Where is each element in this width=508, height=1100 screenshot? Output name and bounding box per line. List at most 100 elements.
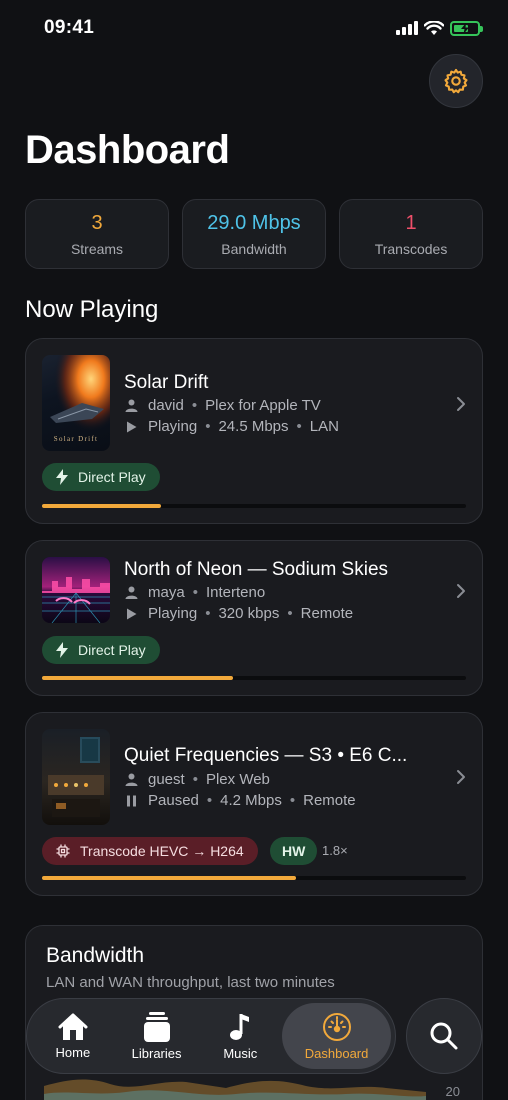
progress-fill bbox=[42, 876, 297, 880]
session-card[interactable]: Solar Drift Solar Drift david • Plex for… bbox=[25, 338, 483, 524]
stat-streams[interactable]: 3 Streams bbox=[25, 199, 169, 269]
tab-music[interactable]: Music bbox=[198, 1003, 282, 1069]
separator-dot: • bbox=[205, 605, 211, 622]
session-location: LAN bbox=[309, 418, 339, 435]
album-art bbox=[42, 557, 110, 623]
badge-label: Direct Play bbox=[78, 469, 146, 485]
separator-dot: • bbox=[205, 418, 211, 435]
stat-label: Streams bbox=[70, 240, 124, 257]
progress-fill bbox=[42, 504, 161, 508]
separator-dot: • bbox=[287, 605, 293, 622]
settings-button[interactable] bbox=[429, 54, 483, 108]
stat-transcodes[interactable]: 1 Transcodes bbox=[339, 199, 483, 269]
gauge-icon bbox=[322, 1012, 351, 1041]
stat-value: 29.0 Mbps bbox=[207, 211, 301, 234]
chevron-right-icon bbox=[457, 397, 465, 411]
progress-bar bbox=[42, 876, 466, 880]
session-title: Solar Drift bbox=[124, 372, 209, 393]
stat-bandwidth[interactable]: 29.0 Mbps Bandwidth bbox=[182, 199, 326, 269]
status-icons bbox=[396, 20, 483, 36]
music-note-icon bbox=[230, 1013, 250, 1040]
user-icon bbox=[124, 586, 138, 599]
user-icon bbox=[124, 773, 138, 786]
session-state-row: Playing • 24.5 Mbps • LAN bbox=[124, 418, 339, 435]
tab-home[interactable]: Home bbox=[31, 1003, 115, 1069]
session-state: Paused bbox=[148, 792, 199, 809]
libraries-icon bbox=[143, 1011, 170, 1042]
session-state-row: Paused • 4.2 Mbps • Remote bbox=[124, 792, 356, 809]
session-user: guest bbox=[148, 771, 185, 788]
separator-dot: • bbox=[192, 771, 198, 788]
progress-bar bbox=[42, 504, 466, 508]
search-button[interactable] bbox=[406, 998, 482, 1074]
session-state: Playing bbox=[148, 418, 198, 435]
tab-bar: Home Libraries Music Dashboard bbox=[26, 998, 396, 1074]
poster-thumbnail: Solar Drift bbox=[42, 355, 110, 451]
gear-icon bbox=[444, 68, 468, 94]
session-location: Remote bbox=[300, 605, 354, 622]
separator-dot: • bbox=[206, 792, 213, 809]
play-icon bbox=[124, 608, 138, 620]
now-playing-heading: Now Playing bbox=[25, 296, 159, 323]
user-icon bbox=[124, 399, 138, 412]
tab-dashboard[interactable]: Dashboard bbox=[282, 1003, 391, 1069]
tab-label: Dashboard bbox=[304, 1045, 369, 1061]
status-time: 09:41 bbox=[44, 17, 95, 38]
status-bar: 09:41 bbox=[0, 0, 508, 56]
session-title: Quiet Frequencies — S3 • E6 C... bbox=[124, 745, 408, 766]
session-card[interactable]: North of Neon — Sodium Skies maya • Inte… bbox=[25, 540, 483, 696]
axis-tick-label: 20 bbox=[445, 1084, 460, 1099]
badge-label: Direct Play bbox=[78, 642, 146, 658]
bandwidth-card-title: Bandwidth bbox=[46, 944, 145, 967]
tab-label: Music bbox=[223, 1045, 258, 1061]
battery-icon bbox=[450, 20, 483, 36]
session-bitrate: 24.5 Mbps bbox=[218, 418, 289, 435]
session-client: Plex Web bbox=[205, 771, 270, 788]
session-user-row: maya • Interteno bbox=[124, 584, 265, 601]
direct-play-badge: Direct Play bbox=[42, 636, 160, 664]
stat-label: Transcodes bbox=[374, 240, 448, 257]
session-user: maya bbox=[148, 584, 185, 601]
session-user-row: guest • Plex Web bbox=[124, 771, 270, 788]
session-location: Remote bbox=[303, 792, 356, 809]
stats-row: 3 Streams 29.0 Mbps Bandwidth 1 Transcod… bbox=[25, 199, 483, 269]
session-client: Interteno bbox=[205, 584, 266, 601]
separator-dot: • bbox=[191, 397, 198, 414]
session-state: Playing bbox=[148, 605, 198, 622]
page-title: Dashboard bbox=[25, 128, 230, 172]
direct-play-badge: Direct Play bbox=[42, 463, 160, 491]
stat-label: Bandwidth bbox=[221, 240, 287, 257]
bolt-icon bbox=[56, 469, 68, 485]
session-card[interactable]: Quiet Frequencies — S3 • E6 C... guest •… bbox=[25, 712, 483, 896]
pause-icon bbox=[124, 795, 138, 807]
session-bitrate: 4.2 Mbps bbox=[220, 792, 282, 809]
bandwidth-card-subtitle: LAN and WAN throughput, last two minutes bbox=[46, 974, 335, 991]
progress-fill bbox=[42, 676, 233, 680]
poster-caption: Solar Drift bbox=[54, 435, 98, 443]
tab-label: Home bbox=[55, 1044, 91, 1060]
session-title: North of Neon — Sodium Skies bbox=[124, 559, 389, 580]
separator-dot: • bbox=[296, 418, 302, 435]
session-client: Plex for Apple TV bbox=[205, 397, 321, 414]
chevron-right-icon bbox=[457, 584, 465, 598]
progress-bar bbox=[42, 676, 466, 680]
wifi-icon bbox=[424, 20, 444, 35]
separator-dot: • bbox=[289, 792, 296, 809]
chip-icon bbox=[56, 844, 70, 858]
session-user-row: david • Plex for Apple TV bbox=[124, 397, 321, 414]
stat-value: 1 bbox=[405, 211, 417, 234]
poster-thumbnail bbox=[42, 729, 110, 825]
search-icon bbox=[430, 1022, 458, 1050]
session-bitrate: 320 kbps bbox=[218, 605, 280, 622]
play-icon bbox=[124, 421, 138, 433]
tab-libraries[interactable]: Libraries bbox=[115, 1003, 199, 1069]
signal-icon bbox=[396, 21, 418, 35]
bolt-icon bbox=[56, 642, 68, 658]
home-icon bbox=[58, 1013, 88, 1040]
separator-dot: • bbox=[192, 584, 198, 601]
chevron-right-icon bbox=[457, 770, 465, 784]
badge-label: Transcode HEVC → H264 bbox=[80, 843, 244, 859]
hardware-badge: HW bbox=[270, 837, 318, 865]
tab-label: Libraries bbox=[131, 1045, 182, 1061]
session-state-row: Playing • 320 kbps • Remote bbox=[124, 605, 353, 622]
